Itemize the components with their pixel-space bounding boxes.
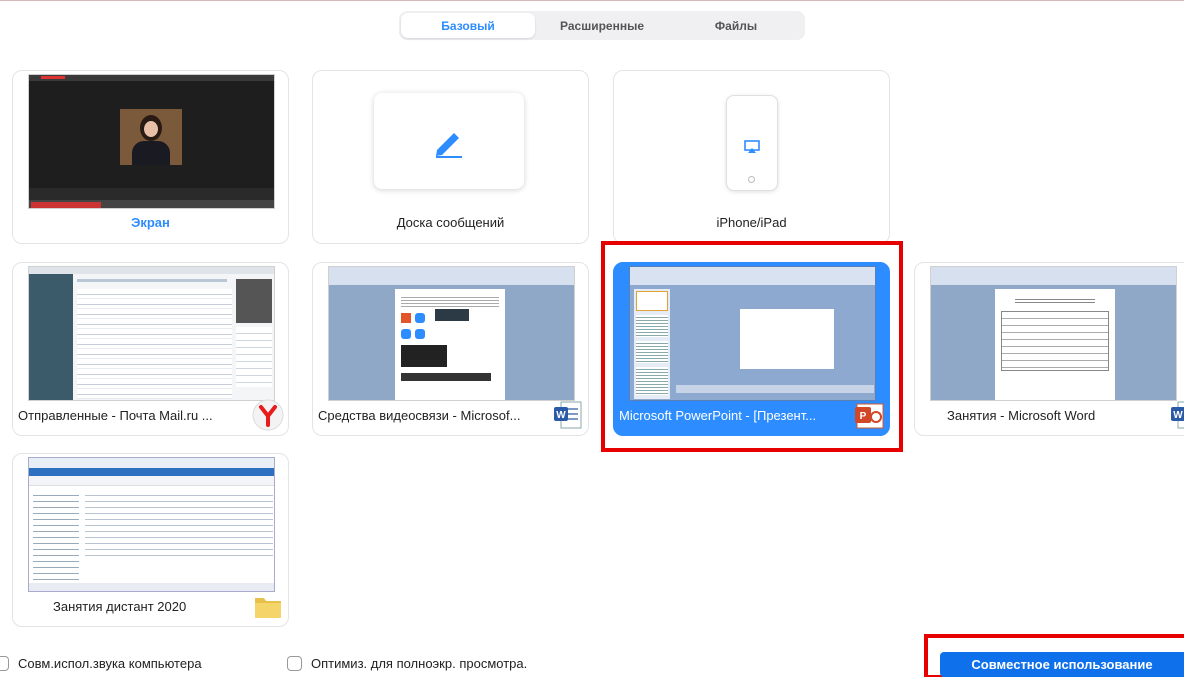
airplay-icon [744,140,760,153]
svg-text:W: W [556,410,566,421]
svg-text:P: P [860,411,867,422]
explorer-window-thumbnail [28,457,275,592]
share-option-window-mail[interactable]: Отправленные - Почта Mail.ru ... [12,262,289,436]
slide-canvas [740,309,834,369]
share-button[interactable]: Совместное использование [940,652,1184,677]
tile-label: Экран [131,215,170,230]
slide-thumbnails-panel [634,289,670,399]
share-audio-option[interactable]: Совм.испол.звука компьютера [0,656,202,671]
share-audio-label: Совм.испол.звука компьютера [18,656,202,671]
whiteboard-card [374,93,524,189]
top-divider [0,0,1184,1]
tile-label: Занятия - Microsoft Word [947,408,1096,423]
video-participant-image [120,109,182,165]
tile-label: Занятия дистант 2020 [53,599,187,614]
tile-label: iPhone/iPad [716,215,787,230]
optimize-video-option[interactable]: Оптимиз. для полноэкр. просмотра. [287,656,527,671]
word-lessons-thumbnail [930,266,1177,401]
word-icon: W [554,401,582,429]
document-page [395,289,505,400]
share-option-screen[interactable]: Экран [12,70,289,244]
tile-label: Доска сообщений [396,215,505,230]
share-option-window-word-lessons[interactable]: Занятия - Microsoft Word W [914,262,1184,436]
mail-window-thumbnail [28,266,275,401]
powerpoint-window-thumbnail [629,266,876,401]
tab-basic[interactable]: Базовый [401,13,535,38]
powerpoint-icon: P [855,403,884,429]
share-audio-checkbox[interactable] [0,656,9,671]
share-option-whiteboard[interactable]: Доска сообщений [312,70,589,244]
tile-label: Средства видеосвязи - Microsof... [318,408,521,423]
svg-text:W: W [1173,410,1183,421]
tile-label: Microsoft PowerPoint - [Презент... [619,408,817,423]
tile-label: Отправленные - Почта Mail.ru ... [18,408,213,423]
yandex-browser-icon [252,399,284,431]
folder-icon [255,598,281,618]
tab-files[interactable]: Файлы [669,13,803,38]
document-page [995,289,1115,400]
tab-advanced[interactable]: Расширенные [535,13,669,38]
share-option-iphone-ipad[interactable]: iPhone/iPad [613,70,890,244]
share-option-window-word-video[interactable]: Средства видеосвязи - Microsof... W [312,262,589,436]
share-tabs: Базовый Расширенные Файлы [399,11,805,40]
phone-outline [726,95,778,191]
word-window-thumbnail [328,266,575,401]
pencil-icon [436,133,462,158]
optimize-video-label: Оптимиз. для полноэкр. просмотра. [311,656,528,671]
share-option-window-powerpoint[interactable]: Microsoft PowerPoint - [Презент... P [613,262,890,436]
optimize-video-checkbox[interactable] [287,656,302,671]
share-option-window-folder[interactable]: Занятия дистант 2020 [12,453,289,627]
screen-thumbnail [28,74,275,209]
word-icon: W [1171,401,1184,429]
